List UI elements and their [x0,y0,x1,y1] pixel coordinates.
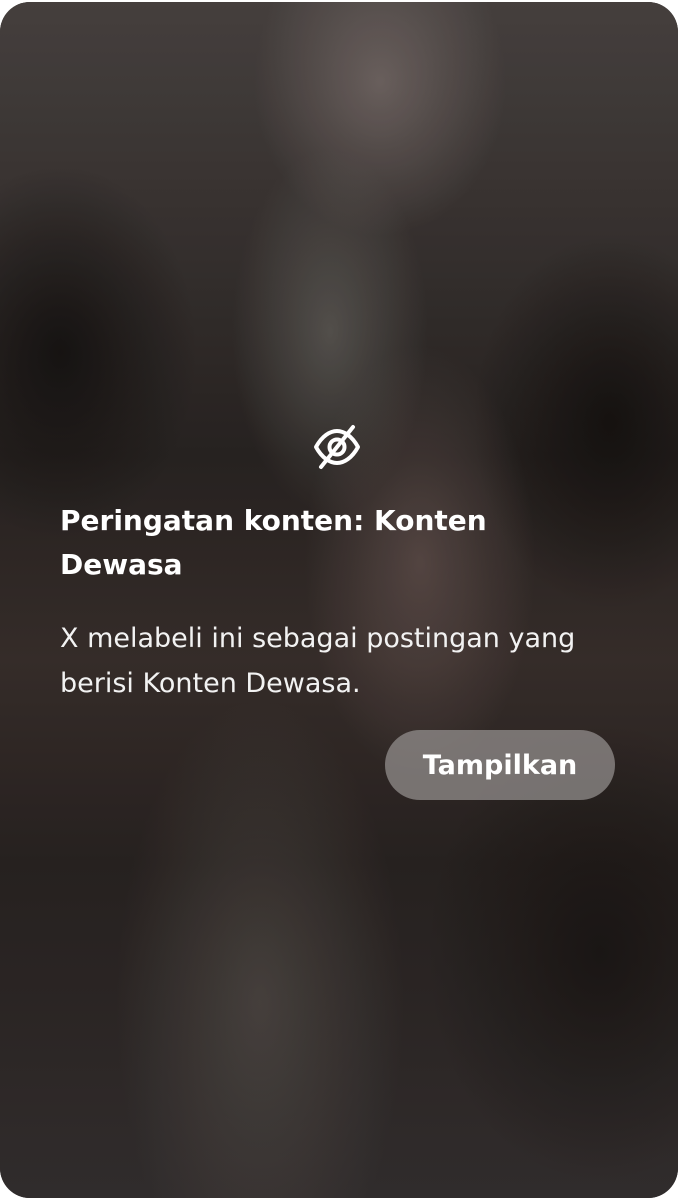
eye-slash-icon [314,425,360,469]
blurred-media-card: Peringatan konten: Konten Dewasa X melab… [0,2,678,1198]
content-warning-description: X melabeli ini sebagai postingan yang be… [60,623,576,699]
show-content-button[interactable]: Tampilkan [385,730,615,800]
screen: Peringatan konten: Konten Dewasa X melab… [0,0,680,1200]
content-warning-overlay [0,2,678,1198]
content-warning-title: Peringatan konten: Konten Dewasa [60,504,487,581]
